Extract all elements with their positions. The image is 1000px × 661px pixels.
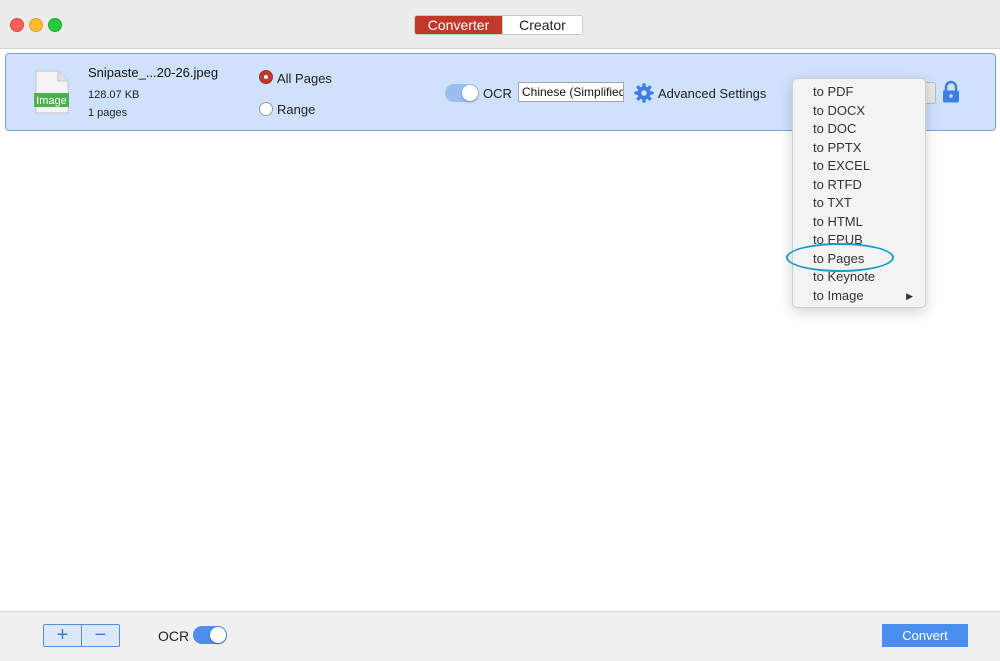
tab-creator[interactable]: Creator — [502, 16, 582, 34]
file-size: 128.07 KB — [88, 89, 140, 101]
file-page-count: 1 pages — [88, 107, 128, 119]
menu-item-to-rtfd[interactable]: to RTFD — [793, 176, 925, 194]
toggle-knob — [462, 85, 478, 101]
menu-item-to-html[interactable]: to HTML — [793, 213, 925, 231]
toggle-knob — [210, 627, 226, 643]
menu-item-to-pptx[interactable]: to PPTX — [793, 139, 925, 157]
file-name: Snipaste_...20-26.jpeg — [88, 65, 219, 80]
gear-icon[interactable] — [633, 82, 655, 104]
menu-item-to-image-label: to Image — [813, 287, 864, 303]
minimize-window-button[interactable] — [29, 18, 43, 32]
range-label[interactable]: Range — [277, 102, 315, 117]
menu-item-to-pdf[interactable]: to PDF — [793, 83, 925, 101]
add-file-button[interactable]: + — [44, 625, 81, 646]
advanced-settings-link[interactable]: Advanced Settings — [658, 86, 766, 101]
menu-item-to-image[interactable]: to Image ▶ — [793, 287, 925, 305]
add-remove-control: + − — [43, 624, 120, 647]
close-window-button[interactable] — [10, 18, 24, 32]
lock-icon[interactable] — [941, 80, 961, 104]
submenu-arrow-icon: ▶ — [906, 290, 913, 301]
all-pages-label[interactable]: All Pages — [277, 71, 332, 86]
all-pages-radio[interactable] — [259, 70, 273, 84]
zoom-window-button[interactable] — [48, 18, 62, 32]
image-file-icon: Image — [34, 70, 69, 114]
format-menu: to PDF to DOCX to DOC to PPTX to EXCEL t… — [792, 78, 926, 308]
global-ocr-label: OCR — [158, 628, 190, 644]
global-ocr-toggle[interactable] — [193, 626, 227, 644]
remove-file-button[interactable]: − — [82, 625, 119, 646]
ocr-language-select[interactable]: Chinese (Simplified) — [518, 82, 624, 102]
menu-item-to-excel[interactable]: to EXCEL — [793, 157, 925, 175]
menu-item-to-docx[interactable]: to DOCX — [793, 102, 925, 120]
menu-item-to-doc[interactable]: to DOC — [793, 120, 925, 138]
convert-button[interactable]: Convert — [882, 624, 968, 647]
mode-switch: Converter Creator — [414, 15, 583, 35]
title-bar: Converter Creator — [0, 0, 1000, 49]
menu-item-to-txt[interactable]: to TXT — [793, 194, 925, 212]
highlight-annotation — [786, 243, 894, 272]
ocr-toggle[interactable] — [445, 84, 479, 102]
file-icon-label: Image — [36, 95, 67, 107]
range-radio[interactable] — [259, 102, 273, 116]
ocr-label: OCR — [483, 86, 512, 101]
tab-converter[interactable]: Converter — [415, 16, 502, 34]
bottom-toolbar: + − OCR Convert — [0, 611, 1000, 661]
